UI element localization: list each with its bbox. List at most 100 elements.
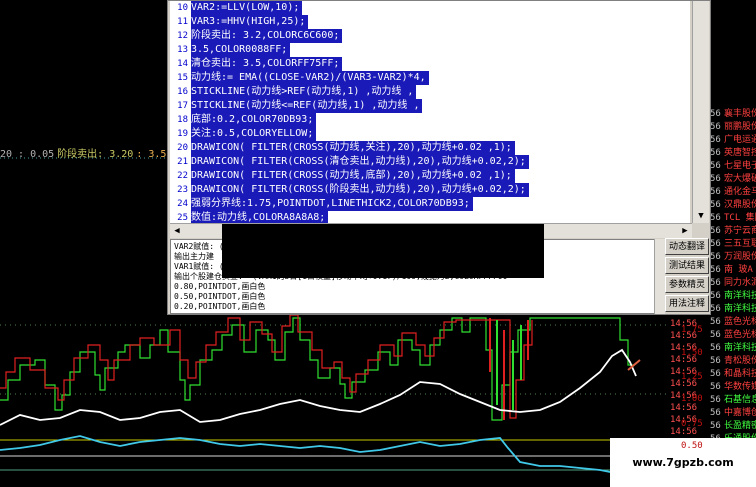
stock-list-item[interactable]: 56 襄丰股份 (710, 108, 756, 120)
code-line[interactable]: 强弱分界线:1.75,POINTDOT,LINETHICK2,COLOR70DB… (191, 197, 473, 211)
y-axis-tick: 1.50 (681, 348, 703, 358)
stock-list-count: 56 (710, 265, 721, 275)
stock-list-item[interactable]: 56 青松股份 (710, 355, 756, 367)
code-line[interactable]: 阶段卖出: 3.2,COLORC6C600; (191, 29, 343, 43)
stock-list-count: 56 (710, 122, 721, 132)
code-line[interactable]: 清仓卖出: 3.5,COLORFF75FF; (191, 57, 343, 71)
stock-list-count: 56 (710, 304, 721, 314)
output-scrollbar[interactable] (654, 239, 665, 314)
stock-list-item[interactable]: 56 长盈精密 (710, 420, 756, 432)
scroll-left-icon[interactable]: ◀ (170, 224, 184, 238)
indicator-value-label: 阶段卖出: 3.20 (57, 149, 134, 160)
stock-list-item[interactable]: 56 蓝色光标 (710, 329, 756, 341)
stock-list-count: 56 (710, 135, 721, 145)
stock-list-count: 56 (710, 356, 721, 366)
stock-list-name: 丽鹏股份 (724, 122, 756, 132)
stock-list-item[interactable]: 56 三五互联 (710, 238, 756, 250)
stock-list-item[interactable]: 56 南洋科技 (710, 342, 756, 354)
code-line[interactable]: STICKLINE(动力线<=REF(动力线,1) ,动力线 , (191, 99, 423, 113)
stock-list-item[interactable]: 56 万润股份 (710, 251, 756, 263)
stock-list-name: 英唐智控 (724, 148, 756, 158)
stock-list-name: 襄丰股份 (724, 109, 756, 119)
code-editor[interactable]: 10 11 12 13 14 15 16 17 18 19 20 21 22 23 24 25 VAR2:=L… (170, 1, 690, 223)
scroll-down-icon[interactable]: ▼ (694, 209, 708, 223)
stock-list-item[interactable]: 56 英唐智控 (710, 147, 756, 159)
stock-list-item[interactable]: 56 华数传媒 (710, 381, 756, 393)
stock-list-item[interactable]: 56 宏大爆破 (710, 173, 756, 185)
line-number: 10 (177, 3, 188, 13)
code-line[interactable]: 关注:0.5,COLORYELLOW; (191, 127, 317, 141)
stock-list-count: 56 (710, 161, 721, 171)
stock-list-name: 万润股份 (724, 252, 756, 262)
y-axis-tick: 0.75 (681, 419, 703, 429)
stock-list-item[interactable]: 56 南 玻A (710, 264, 753, 276)
cyan-line (0, 435, 640, 475)
code-line[interactable]: DRAWICON( FILTER(CROSS(动力线,底部),20),动力线+0… (191, 169, 515, 183)
stock-list-count: 56 (710, 200, 721, 210)
stock-list-name: 华数传媒 (724, 382, 756, 392)
line-number: 18 (177, 115, 188, 125)
stock-list-item[interactable]: 56 广电运通 (710, 134, 756, 146)
stock-list-name: 三五互联 (724, 239, 756, 249)
stock-list-item[interactable]: 56 中嘉博创 (710, 407, 756, 419)
code-line[interactable]: VAR3:=HHV(HIGH,25); (191, 15, 309, 29)
stock-list-count: 56 (710, 330, 721, 340)
stock-list-item[interactable]: 56 南洋科技 (710, 290, 756, 302)
line-number-gutter: 10 11 12 13 14 15 16 17 18 19 20 21 22 23 24 25 (170, 1, 190, 223)
line-number: 13 (177, 45, 188, 55)
stock-list-item[interactable]: 56七星电子 (710, 160, 756, 172)
code-line[interactable]: VAR2:=LLV(LOW,10); (191, 1, 303, 15)
stock-list-name: 蓝色光标 (724, 317, 756, 327)
code-line[interactable]: STICKLINE(动力线>REF(动力线,1) ,动力线 , (191, 85, 417, 99)
stock-list-count: 56 (710, 213, 721, 223)
code-line[interactable]: DRAWICON( FILTER(CROSS(阶段卖出,动力线),20),动力线… (191, 183, 529, 197)
stock-list-item[interactable]: 56 丽鹏股份 (710, 121, 756, 133)
stock-list-item[interactable]: 56 南洋科技 (710, 303, 756, 315)
stock-list-name: 南洋科技 (724, 343, 756, 353)
stock-list-name: 和晶科技 (724, 369, 756, 379)
code-line[interactable]: 数值:动力线,COLORA8A8A8; (191, 211, 329, 223)
stock-list-item[interactable]: 56 蓝色光标 (710, 316, 756, 328)
stock-list-count: 56 (710, 239, 721, 249)
output-line: 0.20,POINTDOT,画白色 (174, 302, 266, 311)
code-line[interactable]: DRAWICON( FILTER(CROSS(动力线,关注),20),动力线+0… (191, 141, 515, 155)
code-line[interactable]: 3.5,COLOR0088FF; (191, 43, 291, 57)
editor-button[interactable]: 测试结果 (665, 257, 709, 274)
output-line: 0.80,POINTDOT,画白色 (174, 282, 266, 291)
stock-list-name: 蓝色光标 (724, 330, 756, 340)
output-line: 0.50,POINTDOT,画白色 (174, 292, 266, 301)
y-axis-tick: 1.00 (681, 394, 703, 404)
stock-list-count: 56 (710, 382, 721, 392)
editor-button[interactable]: 动态翻译 (665, 238, 709, 255)
stock-list-count: 56 (710, 109, 721, 119)
stock-list-item[interactable]: 56 汉鼎股份 (710, 199, 756, 211)
editor-button[interactable]: 用法注释 (665, 295, 709, 312)
stock-list-name: 通化金马 (724, 187, 756, 197)
stock-list-name: 南洋科技 (724, 291, 756, 301)
stock-list-item[interactable]: 56 同力水泥 (710, 277, 756, 289)
stock-list-item[interactable]: 56 和晶科技 (710, 368, 756, 380)
stock-list-name: 汉鼎股份 (724, 200, 756, 210)
stock-list-name: TCL 集团 (724, 213, 756, 223)
stock-list-count: 56 (710, 278, 721, 288)
line-number: 25 (177, 213, 188, 223)
stock-list-count: 56 (710, 226, 721, 236)
vertical-scrollbar[interactable]: ▼ (692, 1, 709, 223)
editor-button[interactable]: 参数精灵 (665, 276, 709, 293)
line-number: 19 (177, 129, 188, 139)
stock-list-item[interactable]: 56TCL 集团 (710, 212, 756, 224)
stock-list-name: 中嘉博创 (724, 408, 756, 418)
stock-list-name: 七星电子 (724, 161, 756, 171)
stock-list-item[interactable]: 56 苏宁云商 (710, 225, 756, 237)
stock-list[interactable]: 56 襄丰股份 56 丽鹏股份 56 广电运通 56 英唐智控 56 七星电子 56 宏大爆破 56 通化… (710, 0, 756, 487)
redaction-block (222, 224, 544, 278)
code-line[interactable]: 底部:0.2,COLOR70DB93; (191, 113, 317, 127)
line-number: 23 (177, 185, 188, 195)
stock-list-item[interactable]: 56 石基信息 (710, 394, 756, 406)
code-line[interactable]: 动力线:= EMA((CLOSE-VAR2)/(VAR3-VAR2)*4, (191, 71, 429, 85)
stock-list-item[interactable]: 56 通化金马 (710, 186, 756, 198)
scroll-right-icon[interactable]: ▶ (678, 224, 692, 238)
stock-list-count: 56 (710, 174, 721, 184)
code-line[interactable]: DRAWICON( FILTER(CROSS(清仓卖出,动力线),20),动力线… (191, 155, 529, 169)
stock-list-count: 56 (710, 317, 721, 327)
